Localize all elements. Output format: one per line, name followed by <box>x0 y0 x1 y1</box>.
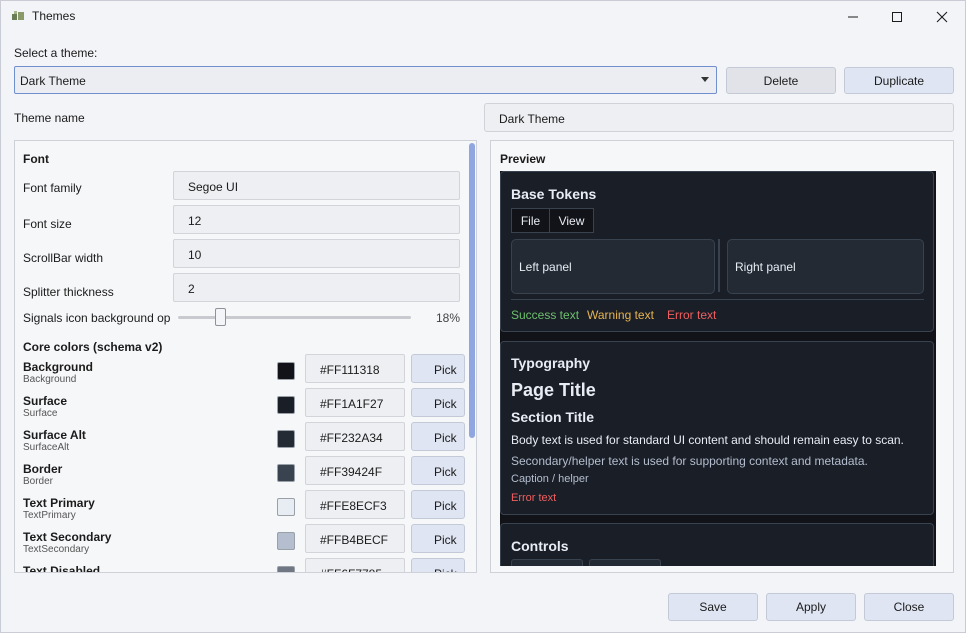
caption-sample: Caption / helper <box>511 473 589 485</box>
preview-panel: Preview Base Tokens File View Left panel… <box>490 140 954 573</box>
opacity-value: 18% <box>436 311 461 325</box>
preview-label: Preview <box>500 152 546 166</box>
color-hex-input[interactable]: #FF232A34 <box>305 422 405 451</box>
pick-color-button[interactable]: Pick <box>411 490 465 519</box>
duplicate-button[interactable]: Duplicate <box>844 67 954 94</box>
divider <box>511 299 924 300</box>
theme-dropdown-value: Dark Theme <box>20 74 86 88</box>
color-hex-input[interactable]: #FFB4BECF <box>305 524 405 553</box>
base-tokens-card: Base Tokens File View Left panel Right p… <box>500 171 934 332</box>
left-panel-sample: Left panel <box>511 239 715 294</box>
opacity-slider-track[interactable] <box>178 316 411 319</box>
opacity-slider-thumb[interactable] <box>215 308 226 326</box>
apply-button[interactable]: Apply <box>766 593 856 621</box>
color-hex-input[interactable]: #FF111318 <box>305 354 405 383</box>
color-hex-input[interactable]: #FFE8ECF3 <box>305 490 405 519</box>
color-key: Border <box>23 476 54 487</box>
color-swatch[interactable] <box>277 362 295 380</box>
close-button[interactable]: Close <box>864 593 954 621</box>
minimize-icon <box>848 16 858 18</box>
app-icon <box>12 11 24 20</box>
theme-settings-panel: Font Font family Segoe UI Font size 12 S… <box>14 140 477 573</box>
minimize-button[interactable] <box>830 1 876 33</box>
warning-text: Warning text <box>587 308 654 322</box>
save-button[interactable]: Save <box>668 593 758 621</box>
pick-color-button[interactable]: Pick <box>411 354 465 383</box>
color-name: Text Secondary <box>23 530 112 544</box>
left-scrollbar-thumb[interactable] <box>469 143 475 438</box>
color-swatch[interactable] <box>277 464 295 482</box>
color-hex-input[interactable]: #FF6F7785 <box>305 558 405 572</box>
theme-name-label: Theme name <box>14 111 85 125</box>
color-name: Border <box>23 462 63 476</box>
typography-card: Typography Page Title Section Title Body… <box>500 341 934 515</box>
color-name: Surface Alt <box>23 428 86 442</box>
splitter-thickness-label: Splitter thickness <box>23 285 114 299</box>
opacity-label: Signals icon background op <box>23 311 171 325</box>
scrollbar-width-label: ScrollBar width <box>23 251 104 265</box>
right-panel-sample: Right panel <box>727 239 924 294</box>
font-size-label: Font size <box>23 217 72 231</box>
preview-area: Base Tokens File View Left panel Right p… <box>500 171 936 566</box>
font-family-label: Font family <box>23 181 82 195</box>
splitter-thickness-input[interactable]: 2 <box>173 273 460 302</box>
pick-color-button[interactable]: Pick <box>411 524 465 553</box>
core-colors-heading: Core colors (schema v2) <box>23 340 163 354</box>
typography-title: Typography <box>511 355 591 371</box>
color-swatch[interactable] <box>277 396 295 414</box>
theme-name-input[interactable]: Dark Theme <box>484 103 954 132</box>
scrollbar-width-input[interactable]: 10 <box>173 239 460 268</box>
font-family-input[interactable]: Segoe UI <box>173 171 460 200</box>
pick-color-button[interactable]: Pick <box>411 558 465 572</box>
base-tokens-title: Base Tokens <box>511 186 597 202</box>
pick-color-button[interactable]: Pick <box>411 388 465 417</box>
page-title-sample: Page Title <box>511 380 596 400</box>
color-hex-input[interactable]: #FF39424F <box>305 456 405 485</box>
success-text: Success text <box>511 308 580 322</box>
color-name: Surface <box>23 394 68 408</box>
error-text: Error text <box>667 308 717 322</box>
section-title-sample: Section Title <box>511 409 594 425</box>
window-title: Themes <box>32 9 76 23</box>
color-key: SurfaceAlt <box>23 442 70 453</box>
color-swatch[interactable] <box>277 498 295 516</box>
secondary-text-sample: Secondary/helper text is used for suppor… <box>511 454 868 468</box>
pick-color-button[interactable]: Pick <box>411 422 465 451</box>
close-icon <box>936 11 948 23</box>
control-sample-2[interactable] <box>589 559 661 566</box>
color-key: TextSecondary <box>23 544 90 555</box>
font-heading: Font <box>23 152 49 166</box>
font-size-input[interactable]: 12 <box>173 205 460 234</box>
color-name: Text Primary <box>23 496 95 510</box>
color-hex-input[interactable]: #FF1A1F27 <box>305 388 405 417</box>
error-text-sample: Error text <box>511 492 557 504</box>
control-sample-1[interactable] <box>511 559 583 566</box>
color-name: Background <box>23 360 94 374</box>
color-row: Text Disabled #FF6F7785 Pick <box>15 558 465 573</box>
splitter[interactable] <box>718 239 720 292</box>
themes-window: Themes Select a theme: Dark Theme Delete… <box>0 0 966 633</box>
color-swatch[interactable] <box>277 566 295 572</box>
tab-view[interactable]: View <box>549 208 594 233</box>
maximize-icon <box>892 12 902 22</box>
color-name: Text Disabled <box>23 564 101 573</box>
color-key: Surface <box>23 408 58 419</box>
pick-color-button[interactable]: Pick <box>411 456 465 485</box>
theme-dropdown[interactable]: Dark Theme <box>14 66 717 94</box>
delete-button[interactable]: Delete <box>726 67 836 94</box>
color-swatch[interactable] <box>277 532 295 550</box>
controls-card: Controls <box>500 523 934 566</box>
controls-title: Controls <box>511 538 569 554</box>
maximize-button[interactable] <box>874 1 920 33</box>
select-theme-label: Select a theme: <box>14 46 98 60</box>
chevron-down-icon <box>701 77 709 82</box>
body-text-sample: Body text is used for standard UI conten… <box>511 433 904 447</box>
tab-file[interactable]: File <box>511 208 550 233</box>
color-key: Background <box>23 374 77 385</box>
close-window-button[interactable] <box>919 1 965 33</box>
title-bar: Themes <box>1 1 966 33</box>
color-swatch[interactable] <box>277 430 295 448</box>
color-key: TextPrimary <box>23 510 76 521</box>
